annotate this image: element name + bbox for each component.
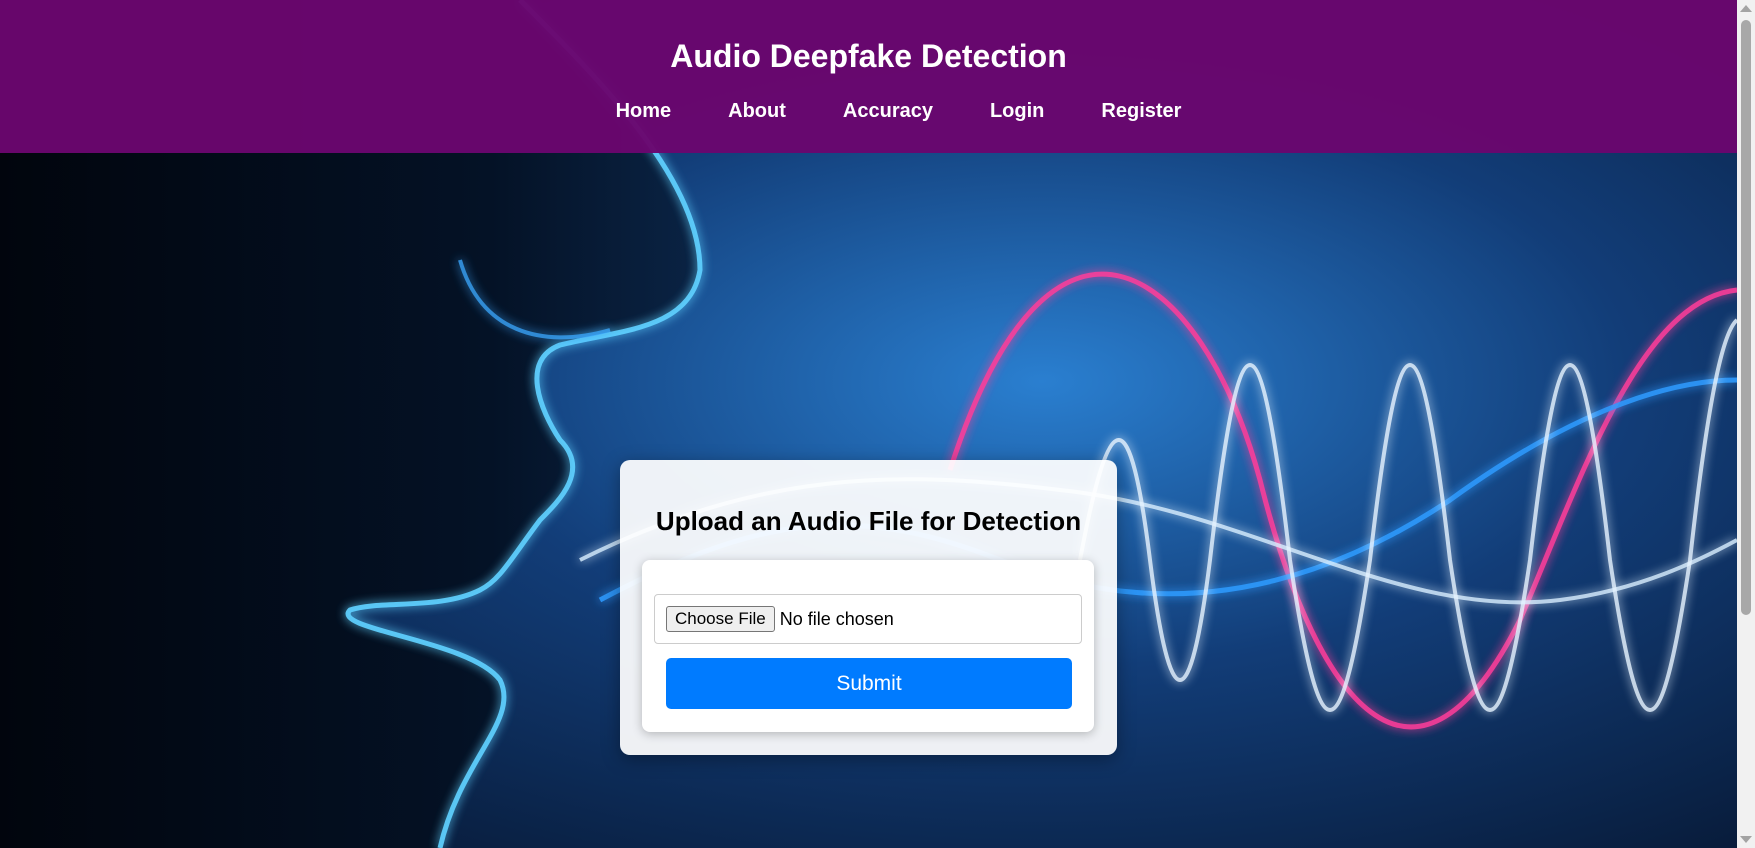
nav-register-link[interactable]: Register: [1101, 100, 1181, 123]
nav-accuracy-link[interactable]: Accuracy: [843, 100, 933, 123]
scroll-up-arrow-icon[interactable]: [1740, 5, 1752, 12]
upload-form: Choose File No file chosen Submit: [642, 560, 1094, 732]
upload-card-title: Upload an Audio File for Detection: [655, 506, 1082, 536]
nav-home-link[interactable]: Home: [616, 100, 672, 123]
page: Audio Deepfake Detection Home About Accu…: [0, 0, 1755, 848]
site-header: Audio Deepfake Detection Home About Accu…: [0, 0, 1737, 153]
choose-file-button[interactable]: Choose File: [666, 606, 775, 632]
main-nav: Home About Accuracy Login Register: [0, 100, 1737, 123]
scroll-down-arrow-icon[interactable]: [1740, 836, 1752, 843]
nav-login-link[interactable]: Login: [990, 100, 1044, 123]
vertical-scrollbar[interactable]: [1737, 0, 1755, 848]
submit-button[interactable]: Submit: [666, 658, 1072, 709]
site-title: Audio Deepfake Detection: [670, 38, 1067, 74]
upload-card: Upload an Audio File for Detection Choos…: [620, 460, 1117, 755]
file-status-text: No file chosen: [779, 608, 894, 629]
nav-about-link[interactable]: About: [728, 100, 786, 123]
file-input[interactable]: Choose File No file chosen: [654, 594, 1082, 644]
scrollbar-thumb[interactable]: [1741, 20, 1751, 615]
